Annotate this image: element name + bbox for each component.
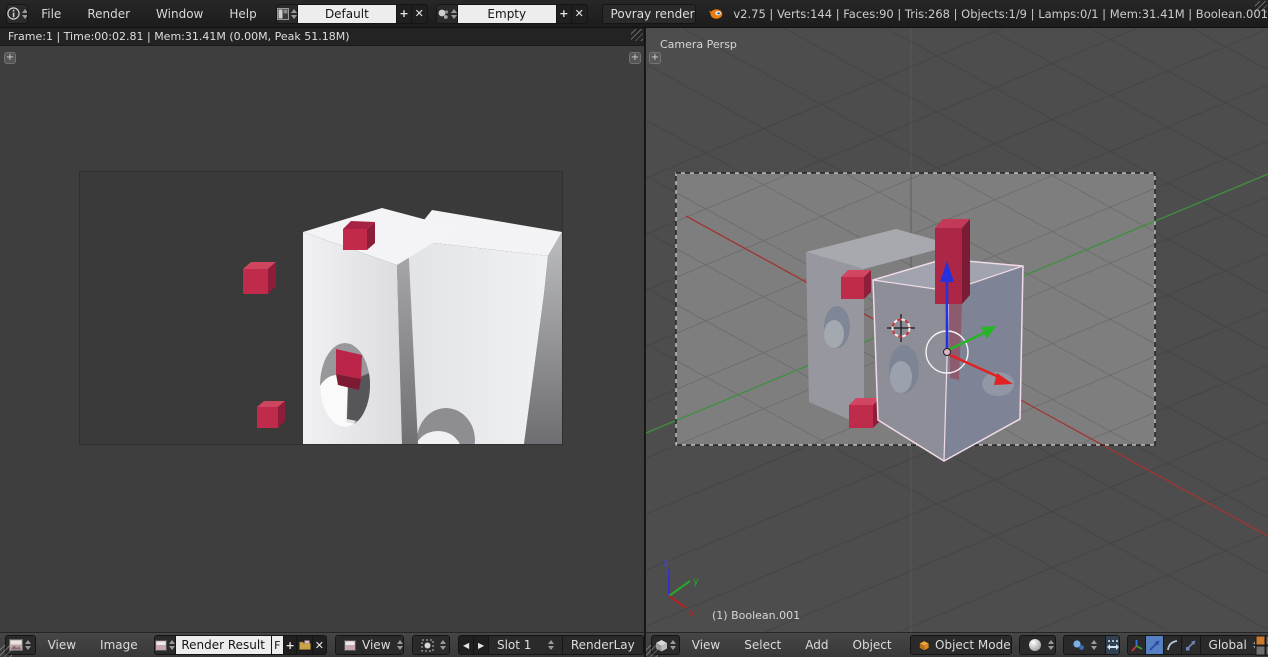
gizmo-x-label: x (689, 608, 695, 619)
scale-arrow-icon (1184, 639, 1197, 652)
open-image-button[interactable] (297, 636, 312, 654)
translate-manipulator-button[interactable] (1146, 635, 1164, 655)
prev-slot-button[interactable]: ◀ (459, 636, 474, 654)
area-resize-grip[interactable] (631, 29, 643, 41)
layout-add-button[interactable]: + (397, 5, 412, 23)
rendered-right-slab (408, 210, 562, 444)
image-menu-image[interactable]: Image (88, 638, 150, 652)
image-editor-header: View Image Render Result F + ✕ View (0, 632, 645, 657)
active-object-label: (1) Boolean.001 (712, 609, 800, 622)
manipulator-group: Global (1127, 635, 1268, 655)
pivot-center-group (1063, 635, 1120, 655)
3d-menu-object[interactable]: Object (841, 638, 904, 652)
scene-browse-button[interactable] (437, 5, 458, 23)
render-slot-group: ◀ ▶ Slot 1 RenderLay (458, 635, 644, 655)
3d-menu-add[interactable]: Add (793, 638, 840, 652)
top-header-bar: File Render Window Help Default + ✕ Empt… (0, 0, 1268, 28)
orientation-value: Global (1209, 638, 1247, 652)
expand-panel-icon[interactable]: + (649, 52, 661, 64)
gizmo-z-label: z (663, 558, 668, 569)
boolean-cube-small-top[interactable] (841, 270, 871, 299)
render-engine-value: Povray render (611, 7, 695, 21)
layout-browse-button[interactable] (277, 5, 298, 23)
render-layer-dropdown[interactable]: RenderLay (563, 636, 643, 654)
screen-layout-icon (277, 8, 289, 20)
uv-image-editor-area: Frame:1 | Time:00:02.81 | Mem:31.41M (0.… (0, 28, 645, 632)
gizmo-y-label: y (693, 576, 699, 587)
mode-selector[interactable]: Object Mode (910, 635, 1012, 655)
render-result-image[interactable] (80, 172, 562, 444)
translate-arrow-icon (1148, 639, 1161, 652)
rotate-manipulator-button[interactable] (1164, 635, 1182, 655)
menu-help[interactable]: Help (216, 7, 269, 21)
image-view-dropdown[interactable]: View (335, 635, 403, 655)
slot-dropdown[interactable]: Slot 1 (489, 636, 563, 654)
render-layer-value: RenderLay (571, 638, 635, 652)
image-view-icon (344, 640, 356, 651)
3d-menu-select[interactable]: Select (732, 638, 793, 652)
object-origin-dot (944, 349, 951, 356)
viewport-shading-selector[interactable] (1019, 635, 1056, 655)
image-name-field[interactable]: Render Result (176, 636, 272, 654)
3d-view-header: View Select Add Object Object Mode (646, 632, 1268, 657)
expand-panel-left-icon[interactable]: + (4, 52, 16, 64)
scene-selector: Empty + ✕ (436, 4, 588, 24)
3d-menu-view[interactable]: View (680, 638, 732, 652)
color-alpha-channels-icon (421, 639, 434, 652)
window-corner-grip[interactable] (1255, 1, 1267, 13)
shading-sphere-icon (1028, 638, 1042, 652)
layout-name-field[interactable]: Default (298, 5, 397, 23)
scene-statistics: v2.75 | Verts:144 | Faces:90 | Tris:268 … (733, 7, 1268, 21)
expand-panel-right-icon[interactable]: + (629, 52, 641, 64)
layout-delete-button[interactable]: ✕ (412, 5, 427, 23)
slot-value: Slot 1 (497, 638, 531, 652)
image-view-value: View (362, 638, 390, 652)
image-menu-view[interactable]: View (36, 638, 88, 652)
view-name-label: Camera Persp (660, 38, 737, 51)
rotate-arc-icon (1166, 639, 1179, 652)
pivot-point-icon (1072, 639, 1085, 651)
3d-viewport-canvas[interactable]: z y x (646, 28, 1268, 632)
fake-user-button[interactable]: F (272, 636, 284, 654)
render-info-bar: Frame:1 | Time:00:02.81 | Mem:31.41M (0.… (0, 28, 644, 46)
mode-value: Object Mode (935, 638, 1011, 652)
menu-file[interactable]: File (28, 7, 74, 21)
info-editor-selector[interactable] (6, 4, 28, 24)
scene-add-button[interactable]: + (557, 5, 572, 23)
render-engine-selector[interactable]: Povray render (602, 4, 697, 24)
image-datablock-selector: Render Result F + ✕ (154, 635, 327, 655)
3d-viewport-area: z y x Camera Persp (1) Boolean.001 + (646, 28, 1268, 632)
image-browse-button[interactable] (155, 636, 176, 654)
blender-logo-icon (708, 6, 723, 22)
info-icon (7, 7, 20, 20)
centers-only-icon (1106, 639, 1120, 651)
layers-widget[interactable] (1255, 635, 1268, 656)
display-channels-selector[interactable] (412, 635, 451, 655)
editor-type-arrows (22, 9, 28, 19)
active-layer-cell[interactable] (1256, 636, 1265, 645)
screen-layout-selector: Default + ✕ (276, 4, 428, 24)
corner-grip[interactable] (0, 645, 12, 657)
menu-render[interactable]: Render (74, 7, 143, 21)
scene-name-field[interactable]: Empty (458, 5, 557, 23)
image-thumb-icon (155, 640, 167, 651)
pivot-point-selector[interactable] (1064, 636, 1106, 654)
unlink-image-button[interactable]: ✕ (313, 636, 326, 654)
folder-icon (299, 640, 311, 650)
scene-delete-button[interactable]: ✕ (572, 5, 587, 23)
scene-icon (437, 8, 449, 20)
boolean-cube-small-bottom[interactable] (849, 398, 880, 428)
manipulator-toggle-button[interactable] (1128, 635, 1146, 655)
menu-window[interactable]: Window (143, 7, 216, 21)
scale-manipulator-button[interactable] (1182, 635, 1200, 655)
new-image-button[interactable]: + (284, 636, 298, 654)
object-mode-icon (919, 639, 929, 652)
corner-grip[interactable] (646, 645, 658, 657)
next-slot-button[interactable]: ▶ (474, 636, 489, 654)
manipulator-axes-icon (1130, 639, 1143, 652)
manipulate-centers-toggle[interactable] (1106, 636, 1120, 654)
